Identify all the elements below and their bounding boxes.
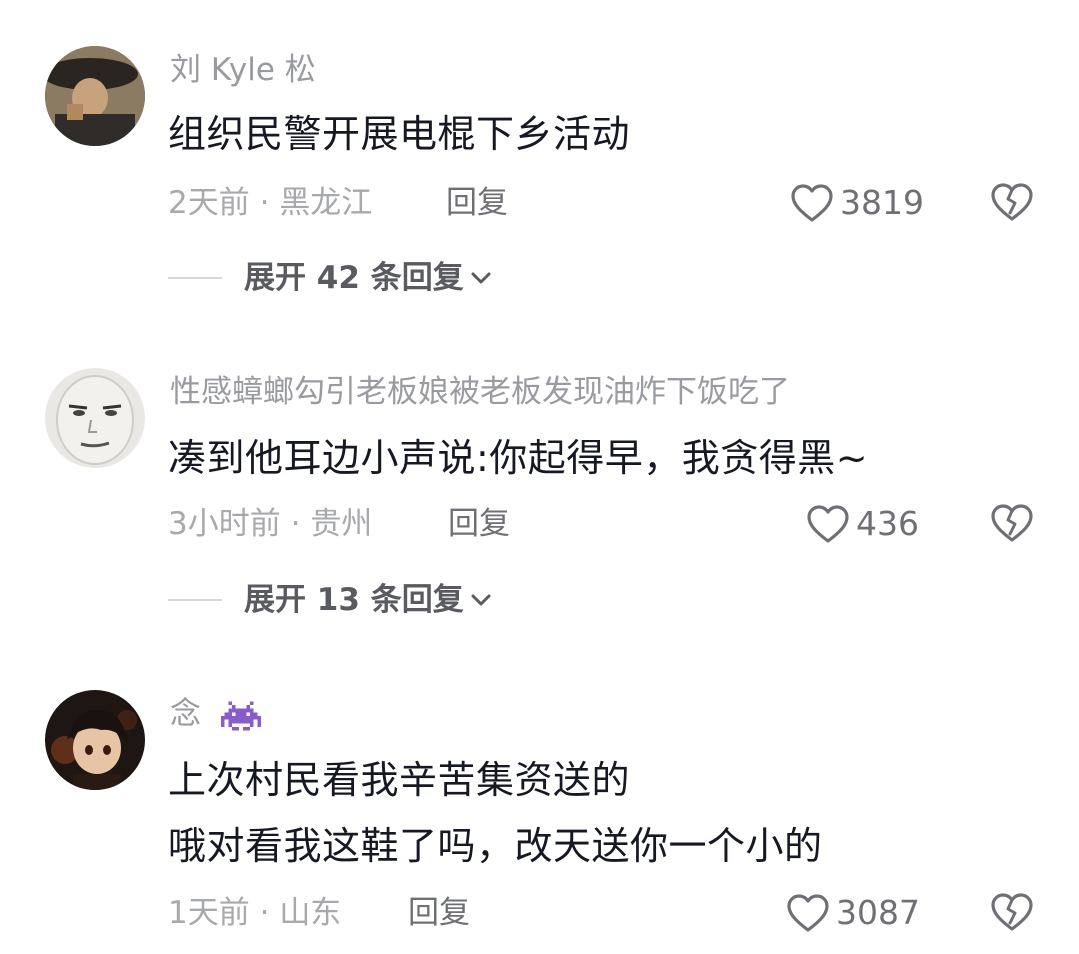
username[interactable]: 念 [170,694,261,734]
reply-button[interactable]: 回复 [446,183,508,223]
expand-replies-label: 展开 13 条回复 [244,582,464,618]
comment-text: 上次村民看我辛苦集资送的 [168,758,631,802]
heart-outline-icon [787,894,829,932]
comment-meta: 3小时前 · 贵州 [168,504,372,544]
expand-replies[interactable]: 展开 42 条回复 [168,258,492,298]
broken-heart-icon [991,183,1033,221]
heart-outline-icon [791,184,833,222]
broken-heart-icon [991,893,1033,931]
meta-separator: · [259,185,270,221]
reply-button[interactable]: 回复 [408,893,470,933]
broken-heart-icon [991,504,1033,542]
avatar[interactable] [45,690,145,790]
comment-location: 山东 [279,895,342,931]
comment-location: 贵州 [310,506,373,542]
comment-location: 黑龙江 [279,185,373,221]
dislike-button[interactable] [990,502,1034,546]
dislike-button[interactable] [990,181,1034,225]
username-text: 念 [170,696,201,732]
like-count: 3819 [840,183,924,222]
expand-divider [168,277,222,279]
chevron-down-icon [471,594,491,606]
comment-time: 2天前 [168,185,250,221]
reply-button[interactable]: 回复 [448,504,510,544]
like-button[interactable]: 3087 [786,891,920,935]
heart-outline-icon [807,505,849,543]
avatar[interactable] [45,46,145,146]
comment-meta: 2天前 · 黑龙江 [168,183,372,223]
like-button[interactable]: 436 [806,502,919,546]
expand-divider [168,599,222,601]
expand-replies-label: 展开 42 条回复 [244,260,464,296]
expand-replies[interactable]: 展开 13 条回复 [168,580,492,620]
comment-text: 凑到他耳边小声说:你起得早，我贪得黑~ [168,436,869,480]
comment-time: 1天前 [168,895,250,931]
space-invader-icon [220,700,261,731]
comment-meta: 1天前 · 山东 [168,893,341,933]
comment-text: 哦对看我这鞋了吗，改天送你一个小的 [168,824,823,868]
meta-separator: · [259,895,270,931]
avatar-image [45,690,145,790]
avatar-image [45,46,145,146]
dislike-button[interactable] [990,891,1034,935]
username[interactable]: 刘 Kyle 松 [170,50,316,90]
chevron-down-icon [471,272,491,284]
comment-text: 组织民警开展电棍下乡活动 [168,112,631,156]
like-button[interactable]: 3819 [790,181,924,225]
like-count: 3087 [836,893,920,932]
meta-separator: · [290,506,301,542]
like-count: 436 [856,504,919,543]
avatar-image [45,368,145,468]
username[interactable]: 性感蟑螂勾引老板娘被老板发现油炸下饭吃了 [170,372,790,412]
avatar[interactable] [45,368,145,468]
comment-time: 3小时前 [168,506,281,542]
